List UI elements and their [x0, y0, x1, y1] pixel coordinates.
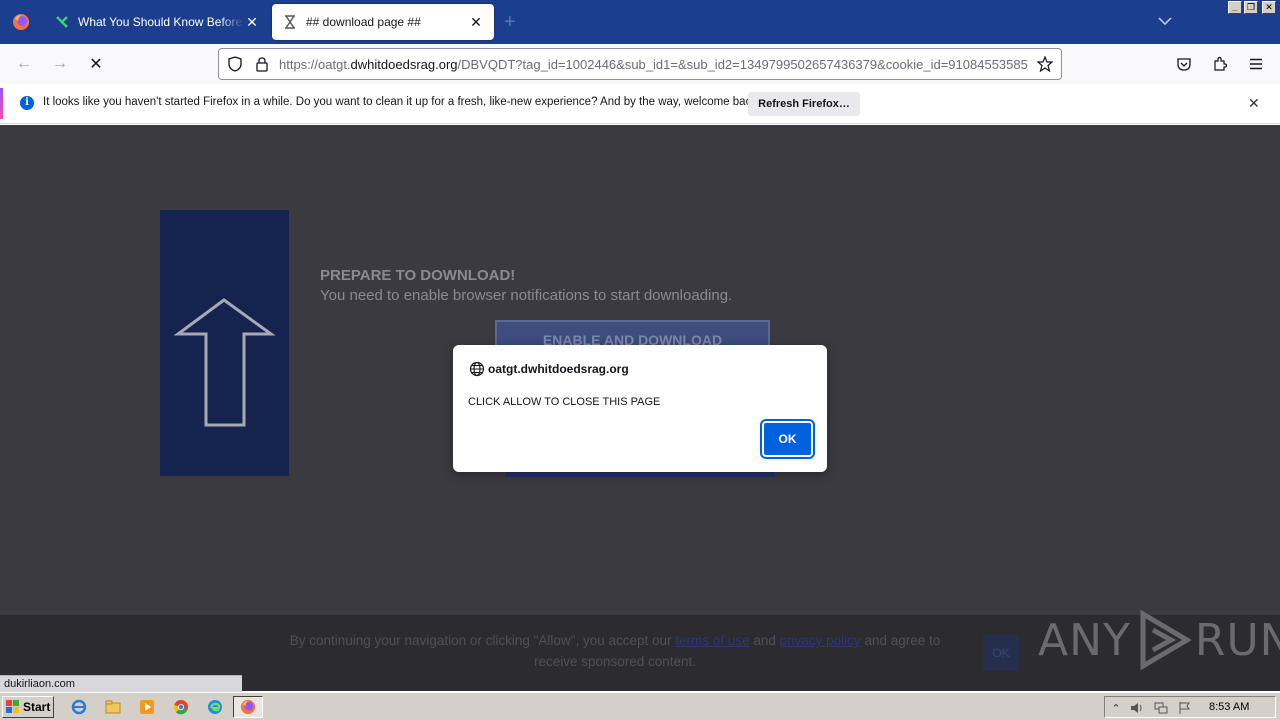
restore-window-button[interactable]: ❐	[1244, 1, 1258, 14]
extensions-icon[interactable]	[1208, 52, 1232, 76]
page-heading: PREPARE TO DOWNLOAD!	[320, 267, 516, 284]
network-icon[interactable]	[1153, 700, 1169, 716]
show-hidden-icons-icon[interactable]: ⌃	[1108, 700, 1124, 716]
start-button[interactable]: Start	[2, 696, 54, 718]
footer-ok-button[interactable]: OK	[983, 635, 1019, 671]
footer-and: and	[753, 633, 776, 648]
terms-of-use-link[interactable]: terms of use	[675, 633, 749, 648]
start-label: Start	[23, 700, 51, 714]
shield-icon[interactable]	[227, 56, 243, 75]
lock-icon[interactable]	[255, 56, 269, 75]
menu-hamburger-icon[interactable]	[1244, 52, 1268, 76]
watermark-right: RUN	[1194, 614, 1280, 666]
up-arrow-icon	[173, 298, 276, 427]
dialog-message: CLICK ALLOW TO CLOSE THIS PAGE	[468, 396, 661, 408]
volume-icon[interactable]	[1129, 700, 1145, 716]
close-window-button[interactable]: ✕	[1262, 1, 1276, 14]
close-tab-icon[interactable]: ✕	[468, 14, 484, 31]
firefox-icon	[240, 699, 256, 715]
windows-taskbar: Start ⌃ 8:53 AM	[0, 692, 1280, 720]
stop-loading-icon[interactable]: ✕	[84, 52, 108, 76]
alert-dialog: oatgt.dwhitdoedsrag.org CLICK ALLOW TO C…	[453, 345, 827, 472]
dialog-host: oatgt.dwhitdoedsrag.org	[488, 362, 629, 376]
close-icon[interactable]: ✕	[1248, 95, 1260, 112]
url-prefix: https://oatgt.	[279, 57, 351, 72]
tab-title: What You Should Know Before Visit	[78, 15, 244, 29]
globe-icon	[469, 361, 485, 377]
footer-text: By continuing your navigation or clickin…	[270, 630, 960, 672]
minimize-window-button[interactable]: _	[1228, 1, 1242, 14]
status-url: dukirliaon.com	[0, 675, 242, 692]
forward-arrow-icon[interactable]: →	[48, 52, 72, 76]
taskbar-clock[interactable]: 8:53 AM	[1209, 701, 1249, 713]
edge-icon[interactable]	[206, 698, 224, 716]
info-icon: i	[20, 96, 34, 110]
file-explorer-icon[interactable]	[104, 698, 122, 716]
url-host: dwhitdoedsrag.org	[350, 57, 458, 72]
close-tab-icon[interactable]: ✕	[244, 14, 260, 31]
back-arrow-icon[interactable]: ←	[12, 52, 36, 76]
download-arrow-panel	[160, 210, 289, 476]
tab-strip: What You Should Know Before Visit ✕ ## d…	[0, 0, 1280, 44]
internet-explorer-icon[interactable]	[70, 698, 88, 716]
url-path: /DBVQDT?tag_id=1002446&sub_id1=&sub_id2=…	[457, 57, 1028, 72]
action-center-flag-icon[interactable]	[1177, 700, 1193, 716]
refresh-firefox-button[interactable]: Refresh Firefox…	[748, 92, 860, 116]
notification-text: It looks like you haven't started Firefo…	[43, 96, 761, 108]
site-favicon-icon	[54, 14, 70, 30]
url-bar[interactable]: https://oatgt.dwhitdoedsrag.org/DBVQDT?t…	[218, 48, 1062, 80]
media-player-icon[interactable]	[138, 698, 156, 716]
hourglass-icon	[282, 14, 298, 30]
watermark-left: ANY	[1038, 614, 1131, 666]
firefox-icon	[13, 14, 29, 30]
play-logo-icon	[1140, 610, 1191, 670]
windows-logo-icon	[6, 700, 19, 713]
refresh-firefox-notification: i It looks like you haven't started Fire…	[0, 84, 1280, 124]
page-subheading: You need to enable browser notifications…	[320, 287, 733, 304]
pocket-icon[interactable]	[1172, 52, 1196, 76]
dialog-ok-button[interactable]: OK	[760, 419, 815, 459]
url-text[interactable]: https://oatgt.dwhitdoedsrag.org/DBVQDT?t…	[279, 57, 1034, 72]
navigation-toolbar: ← → ✕ https://oatgt.dwhitdoedsrag.org/DB…	[0, 44, 1280, 84]
taskbar-firefox-button[interactable]	[233, 696, 263, 718]
system-tray: ⌃ 8:53 AM	[1104, 696, 1276, 718]
chrome-icon[interactable]	[172, 698, 190, 716]
tab-title: ## download page ##	[306, 15, 421, 29]
tab-download-page[interactable]: ## download page ## ✕	[272, 4, 494, 40]
tab-what-you-should-know[interactable]: What You Should Know Before Visit ✕	[44, 4, 270, 40]
bookmark-star-icon[interactable]	[1036, 55, 1054, 75]
privacy-policy-link[interactable]: privacy policy	[780, 633, 861, 648]
list-all-tabs-icon[interactable]	[1158, 14, 1172, 28]
new-tab-icon[interactable]: +	[504, 12, 516, 32]
footer-text-start: By continuing your navigation or clickin…	[289, 633, 672, 648]
firefox-view-button[interactable]	[0, 0, 42, 44]
anyrun-watermark: ANY RUN	[1038, 610, 1280, 670]
